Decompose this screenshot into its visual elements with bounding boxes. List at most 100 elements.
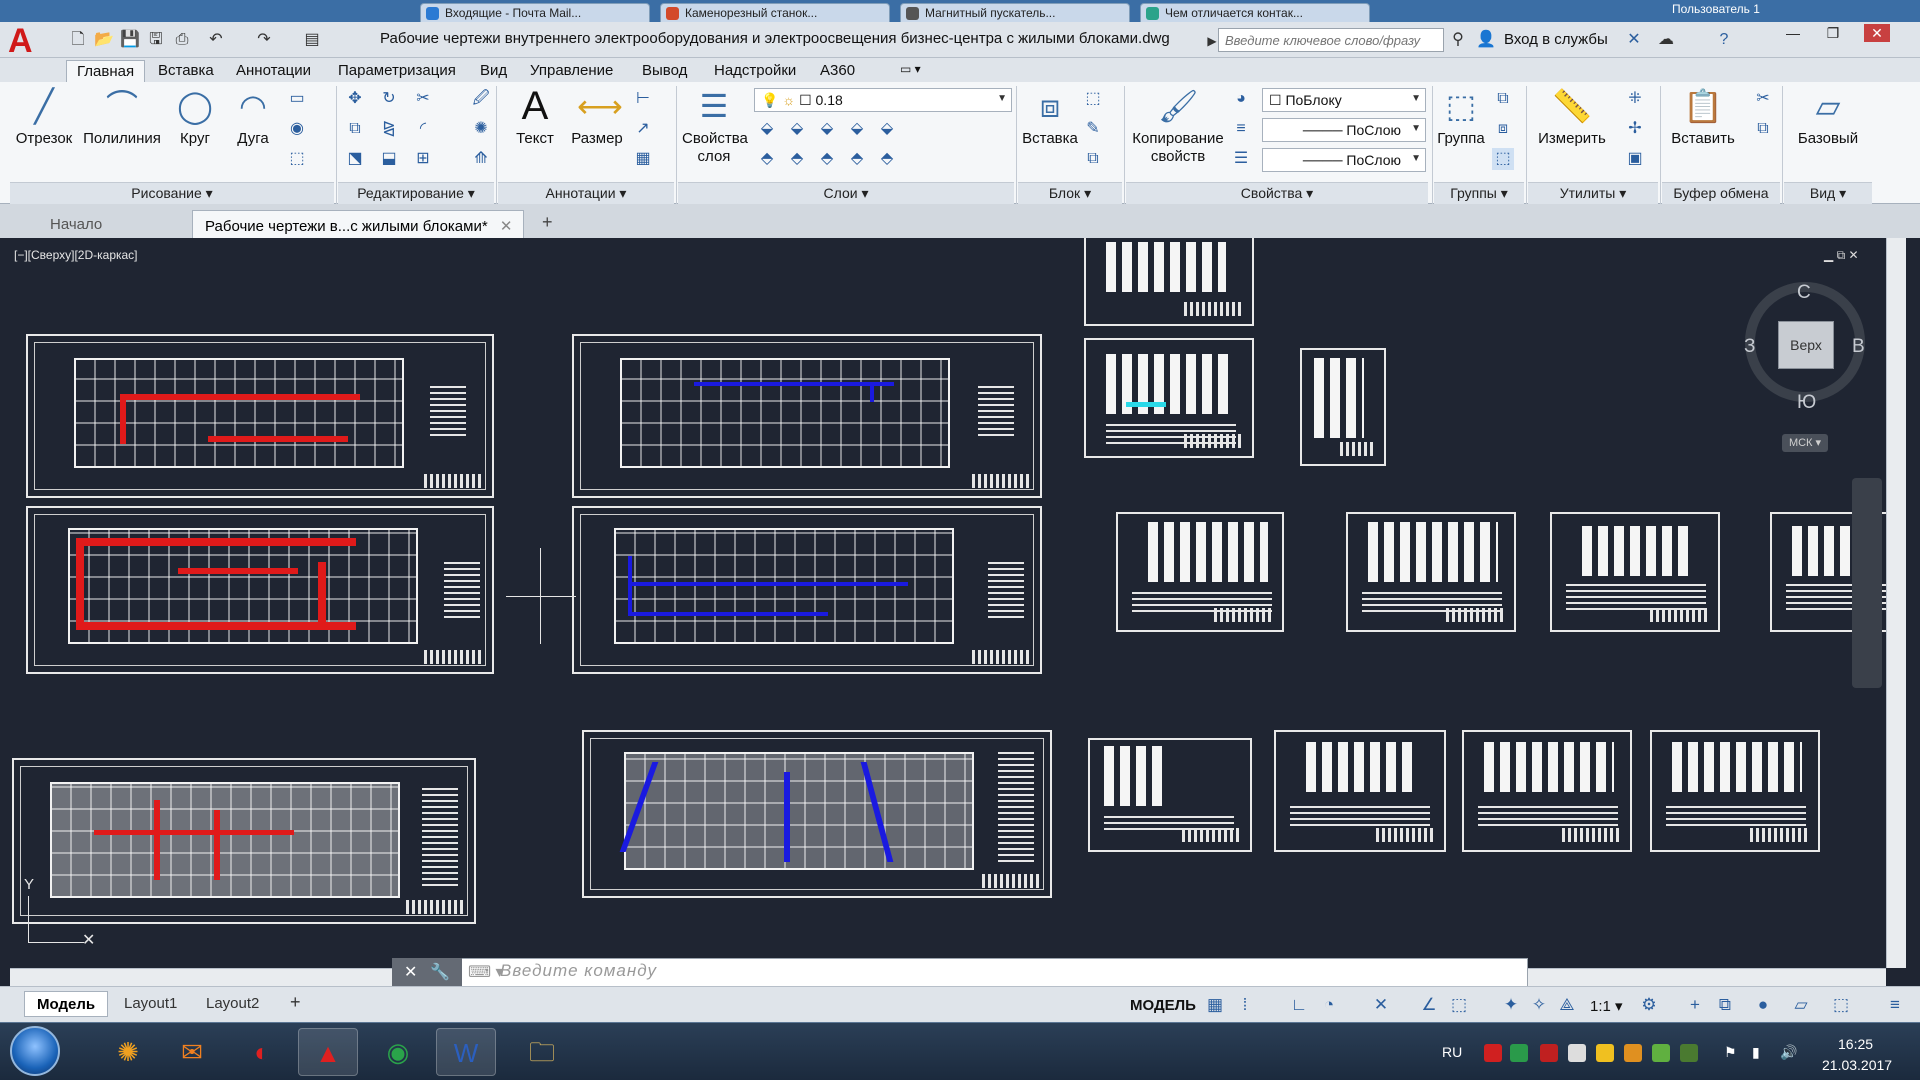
isolate-icon[interactable]: ● [1752,994,1774,1016]
edit-block-icon[interactable]: ✎ [1082,118,1104,140]
tab-annotate[interactable]: Аннотации [226,60,321,82]
ucs-toggle-icon[interactable]: ⬚ [1448,994,1470,1016]
schematic-sheet[interactable] [1300,348,1386,466]
scale-icon[interactable]: ⬓ [378,148,400,170]
new-file-icon[interactable]: 🗋 [68,30,88,50]
calculator-icon[interactable]: ▣ [1624,148,1646,170]
color-dropdown[interactable]: ☐ ПоБлоку ▼ [1262,88,1426,112]
drawing-sheet[interactable] [582,730,1052,898]
save-as-icon[interactable]: 🖫 [146,30,166,50]
a360-icon[interactable]: ☁ [1656,30,1676,50]
schematic-sheet[interactable] [1084,238,1254,326]
line-tool[interactable]: ╱ Отрезок [14,86,74,147]
tray-icon[interactable] [1652,1044,1670,1062]
hatch-icon[interactable]: ◉ [286,118,308,140]
clock-date[interactable]: 21.03.2017 [1822,1057,1892,1073]
copy-clip-icon[interactable]: ⧉ [1752,118,1774,140]
volume-icon[interactable]: 🔊 [1780,1044,1798,1062]
grid-icon[interactable]: ▦ [1204,994,1226,1016]
annotation-panel-footer[interactable]: Аннотации ▾ [498,182,674,204]
open-folder-icon[interactable]: 📂 [94,30,114,50]
command-input[interactable]: Введите команду [500,961,657,981]
linear-dim-icon[interactable]: ⊢ [632,88,654,110]
modify-panel-footer[interactable]: Редактирование ▾ [338,182,494,204]
explode-icon[interactable]: ✺ [470,118,492,140]
erase-icon[interactable]: 🖉 [470,88,492,110]
tray-icon[interactable] [1540,1044,1558,1062]
lineweight-icon[interactable]: ☰ [1230,148,1252,170]
binoculars-icon[interactable]: ⚲ [1448,30,1468,50]
tab-addins[interactable]: Надстройки [704,60,806,82]
schematic-sheet[interactable] [1650,730,1820,852]
navigation-bar[interactable] [1852,478,1882,688]
browser-tab-mail[interactable]: Входящие - Почта Mail... [420,3,650,22]
utilities-panel-footer[interactable]: Утилиты ▾ [1528,182,1658,204]
schematic-sheet[interactable] [1274,730,1446,852]
browser-tab-contactor[interactable]: Чем отличается контак... [1140,3,1370,22]
layer-tool-icon[interactable]: ⬙ [786,118,808,140]
taskbar-explorer-icon[interactable]: 🗀 [512,1028,572,1076]
tray-icon[interactable] [1596,1044,1614,1062]
dimension-tool[interactable]: ⟷ Размер [570,86,624,147]
compass-west[interactable]: З [1744,336,1755,358]
match-properties-tool[interactable]: 🖌 Копирование свойств [1128,86,1228,166]
tab-manage[interactable]: Управление [520,60,623,82]
osnap-icon[interactable]: ✕ [1370,994,1392,1016]
schematic-sheet[interactable] [1462,730,1632,852]
linetype-icon[interactable]: ≡ [1230,118,1252,140]
layer-tool-icon[interactable]: ⬘ [816,148,838,170]
draw-panel-footer[interactable]: Рисование ▾ [10,182,334,204]
rotate-icon[interactable]: ↻ [378,88,400,110]
save-icon[interactable]: 💾 [120,30,140,50]
ortho-icon[interactable]: ∟ [1288,994,1310,1016]
tab-start[interactable]: Начало [38,210,188,238]
tab-output[interactable]: Вывод [632,60,697,82]
point-icon[interactable]: ✢ [1624,118,1646,140]
autocad-logo-icon[interactable]: A [8,24,48,60]
minimize-window-button[interactable]: — [1780,24,1806,42]
tab-view[interactable]: Вид [470,60,517,82]
user-icon[interactable]: 👤 [1476,30,1496,50]
schematic-sheet[interactable] [1550,512,1720,632]
compass-north[interactable]: С [1797,282,1811,304]
tab-parametric[interactable]: Параметризация [328,60,466,82]
schematic-sheet[interactable] [1084,338,1254,458]
flag-icon[interactable]: ⚑ [1724,1044,1742,1062]
ribbon-options-icon[interactable]: ▭ ▾ [890,60,931,82]
maximize-window-button[interactable]: ❐ [1820,24,1846,42]
linetype-dropdown[interactable]: ──── ПоСлою ▼ [1262,118,1426,142]
layer-properties-tool[interactable]: ☰ Свойства слоя [682,86,748,166]
lineweight-dropdown[interactable]: ──── ПоСлою ▼ [1262,148,1426,172]
tab-a360[interactable]: A360 [810,60,865,82]
layer-tool-icon[interactable]: ⬙ [846,118,868,140]
tab-home[interactable]: Главная [66,60,146,82]
otrack-icon[interactable]: ∠ [1418,994,1440,1016]
schematic-sheet[interactable] [1116,512,1284,632]
network-icon[interactable]: ▮ [1752,1044,1770,1062]
tab-insert[interactable]: Вставка [148,60,224,82]
add-layout-button[interactable]: + [278,991,313,1017]
layer-tool-icon[interactable]: ⬙ [816,118,838,140]
exchange-icon[interactable]: ✕ [1624,30,1644,50]
arc-tool[interactable]: ◠ Дуга [230,86,276,147]
color-wheel-icon[interactable]: ◕ [1230,88,1252,110]
drawing-sheet[interactable] [26,334,494,498]
rectangle-icon[interactable]: ▭ [286,88,308,110]
help-icon[interactable]: ? [1714,30,1734,50]
paste-tool[interactable]: 📋 Вставить [1666,86,1740,147]
tray-icon[interactable] [1680,1044,1698,1062]
tray-icon[interactable] [1624,1044,1642,1062]
view-panel-footer[interactable]: Вид ▾ [1784,182,1872,204]
close-tab-icon[interactable]: ✕ [500,218,513,235]
schematic-sheet[interactable] [1088,738,1252,852]
boundary-icon[interactable]: ⬚ [286,148,308,170]
tab-model[interactable]: Модель [24,991,109,1017]
copy-icon[interactable]: ⧉ [344,118,366,140]
viewport-controls-label[interactable]: [−][Сверху][2D-каркас] [14,248,138,262]
tab-layout2[interactable]: Layout2 [194,991,271,1017]
tray-icon[interactable] [1484,1044,1502,1062]
clock-time[interactable]: 16:25 [1838,1036,1873,1052]
polyline-tool[interactable]: ⌒ Полилиния [82,86,162,147]
text-tool[interactable]: A Текст [510,86,560,147]
trim-icon[interactable]: ✂ [412,88,434,110]
